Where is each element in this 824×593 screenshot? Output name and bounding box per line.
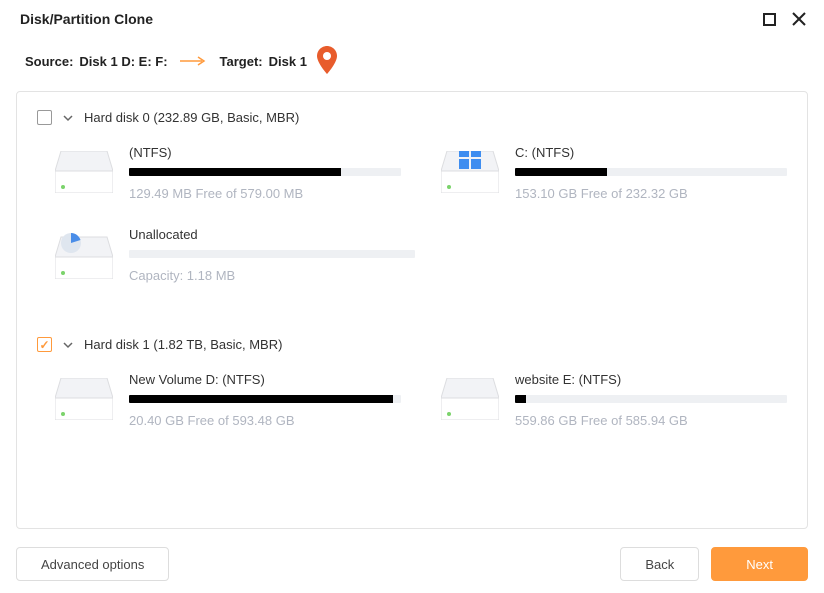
disk-header[interactable]: Hard disk 1 (1.82 TB, Basic, MBR) bbox=[37, 337, 787, 352]
usage-text: 20.40 GB Free of 593.48 GB bbox=[129, 413, 401, 428]
window-controls bbox=[760, 10, 808, 28]
disk-list-panel[interactable]: Hard disk 0 (232.89 GB, Basic, MBR) (NTF… bbox=[16, 91, 808, 529]
partition-name: C: (NTFS) bbox=[515, 145, 787, 160]
usage-text: 153.10 GB Free of 232.32 GB bbox=[515, 186, 787, 201]
usage-bar bbox=[515, 168, 787, 176]
partition-row: Unallocated Capacity: 1.18 MB bbox=[55, 227, 787, 283]
chevron-down-icon[interactable] bbox=[62, 339, 74, 351]
advanced-options-button[interactable]: Advanced options bbox=[16, 547, 169, 581]
usage-text: Capacity: 1.18 MB bbox=[129, 268, 415, 283]
square-icon bbox=[763, 13, 776, 26]
back-button[interactable]: Back bbox=[620, 547, 699, 581]
usage-bar bbox=[129, 168, 401, 176]
disk-header[interactable]: Hard disk 0 (232.89 GB, Basic, MBR) bbox=[37, 110, 787, 125]
disk-group: Hard disk 1 (1.82 TB, Basic, MBR) New Vo… bbox=[19, 319, 805, 464]
chevron-down-icon[interactable] bbox=[62, 112, 74, 124]
source-label: Source: bbox=[25, 54, 73, 69]
partition-info: Unallocated Capacity: 1.18 MB bbox=[129, 227, 415, 283]
usage-bar bbox=[129, 395, 401, 403]
windows-drive-icon bbox=[441, 151, 499, 193]
partition-info: New Volume D: (NTFS) 20.40 GB Free of 59… bbox=[129, 372, 401, 428]
window-title: Disk/Partition Clone bbox=[20, 11, 153, 27]
partition-name: (NTFS) bbox=[129, 145, 401, 160]
disk-group: Hard disk 0 (232.89 GB, Basic, MBR) (NTF… bbox=[19, 92, 805, 319]
drive-icon bbox=[55, 378, 113, 420]
disk-title: Hard disk 1 (1.82 TB, Basic, MBR) bbox=[84, 337, 282, 352]
usage-text: 559.86 GB Free of 585.94 GB bbox=[515, 413, 787, 428]
titlebar: Disk/Partition Clone bbox=[0, 0, 824, 36]
location-pin-icon bbox=[317, 46, 337, 77]
target-value: Disk 1 bbox=[269, 54, 307, 69]
usage-bar bbox=[515, 395, 787, 403]
partition-info: website E: (NTFS) 559.86 GB Free of 585.… bbox=[515, 372, 787, 428]
disk-checkbox[interactable] bbox=[37, 110, 52, 125]
footer: Advanced options Back Next bbox=[0, 547, 824, 581]
partition-name: website E: (NTFS) bbox=[515, 372, 787, 387]
partition-name: Unallocated bbox=[129, 227, 415, 242]
partition-item[interactable]: New Volume D: (NTFS) 20.40 GB Free of 59… bbox=[55, 372, 401, 428]
usage-text: 129.49 MB Free of 579.00 MB bbox=[129, 186, 401, 201]
partition-row: New Volume D: (NTFS) 20.40 GB Free of 59… bbox=[55, 372, 787, 428]
next-button[interactable]: Next bbox=[711, 547, 808, 581]
close-icon bbox=[792, 12, 806, 26]
partition-row: (NTFS) 129.49 MB Free of 579.00 MB bbox=[55, 145, 787, 201]
disk-title: Hard disk 0 (232.89 GB, Basic, MBR) bbox=[84, 110, 299, 125]
source-value: Disk 1 D: E: F: bbox=[79, 54, 167, 69]
partition-info: (NTFS) 129.49 MB Free of 579.00 MB bbox=[129, 145, 401, 201]
partition-item[interactable]: Unallocated Capacity: 1.18 MB bbox=[55, 227, 415, 283]
partition-info: C: (NTFS) 153.10 GB Free of 232.32 GB bbox=[515, 145, 787, 201]
pie-drive-icon bbox=[55, 233, 113, 275]
drive-icon bbox=[55, 151, 113, 193]
drive-icon bbox=[441, 378, 499, 420]
partition-item[interactable]: (NTFS) 129.49 MB Free of 579.00 MB bbox=[55, 145, 401, 201]
maximize-button[interactable] bbox=[760, 10, 778, 28]
usage-bar bbox=[129, 250, 415, 258]
arrow-icon bbox=[180, 54, 208, 69]
close-button[interactable] bbox=[790, 10, 808, 28]
source-target-row: Source: Disk 1 D: E: F: Target: Disk 1 bbox=[0, 36, 824, 91]
footer-right: Back Next bbox=[620, 547, 808, 581]
partition-item[interactable]: C: (NTFS) 153.10 GB Free of 232.32 GB bbox=[441, 145, 787, 201]
partition-name: New Volume D: (NTFS) bbox=[129, 372, 401, 387]
partition-item[interactable]: website E: (NTFS) 559.86 GB Free of 585.… bbox=[441, 372, 787, 428]
target-label: Target: bbox=[220, 54, 263, 69]
disk-checkbox[interactable] bbox=[37, 337, 52, 352]
